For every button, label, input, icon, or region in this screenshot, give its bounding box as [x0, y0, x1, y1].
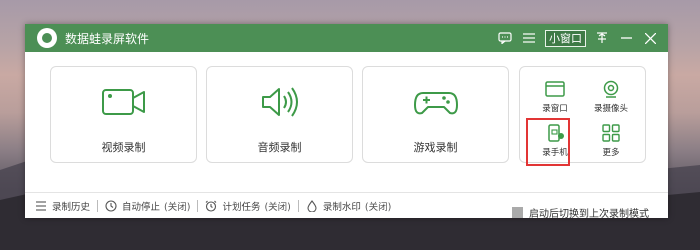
history-label: 录制历史	[52, 201, 91, 213]
menu-icon[interactable]	[517, 24, 541, 52]
divider	[97, 199, 99, 212]
app-title: 数据蛙录屏软件	[65, 31, 150, 46]
chat-icon[interactable]	[493, 24, 517, 52]
app-window: 数据蛙录屏软件 小窗口 视频录制 音频录制 游戏录制 录窗口 录摄像头 录手机 …	[25, 24, 668, 220]
list-icon	[36, 200, 46, 211]
mini-window-button[interactable]: 小窗口	[545, 29, 586, 47]
close-icon[interactable]	[638, 24, 662, 52]
mode-label: 视频录制	[101, 141, 146, 154]
auto-stop-status: (关闭)	[164, 201, 191, 213]
title-bar[interactable]: 数据蛙录屏软件 小窗口	[25, 24, 668, 52]
webcam-icon	[603, 80, 619, 98]
mode-label: 游戏录制	[413, 141, 458, 154]
alarm-clock-icon	[206, 200, 217, 212]
divider	[197, 199, 199, 212]
mini-mode-label: 更多	[602, 148, 620, 158]
grid-icon	[602, 124, 620, 142]
title-controls: 小窗口	[493, 24, 662, 52]
game-record-card[interactable]: 游戏录制	[362, 66, 509, 163]
water-drop-icon	[307, 199, 317, 212]
highlight-box	[526, 118, 570, 166]
divider	[297, 199, 299, 212]
record-history-button[interactable]: 录制历史	[35, 199, 90, 213]
window-icon	[545, 81, 565, 97]
pin-icon[interactable]	[590, 24, 614, 52]
watermark-label: 录制水印	[322, 201, 361, 213]
schedule-task-button[interactable]: 计划任务 (关闭)	[205, 199, 291, 213]
main-content: 视频录制 音频录制 游戏录制 录窗口 录摄像头 录手机 更多 启动后切换到上次录…	[25, 52, 668, 220]
window-record-item[interactable]: 录窗口	[530, 75, 580, 115]
schedule-status: (关闭)	[264, 201, 291, 213]
speaker-icon	[261, 87, 298, 117]
clock-icon	[105, 199, 117, 212]
watermark-button[interactable]: 录制水印 (关闭)	[306, 199, 391, 213]
video-record-card[interactable]: 视频录制	[50, 66, 197, 163]
mini-mode-label: 录摄像头	[593, 104, 628, 114]
minimize-icon[interactable]	[614, 24, 638, 52]
mode-label: 音频录制	[257, 141, 302, 154]
app-logo-icon	[37, 28, 57, 48]
audio-record-card[interactable]: 音频录制	[206, 66, 353, 163]
gamepad-icon	[413, 92, 458, 115]
webcam-record-item[interactable]: 录摄像头	[586, 75, 636, 115]
video-camera-icon	[101, 89, 145, 115]
schedule-label: 计划任务	[222, 201, 261, 213]
auto-stop-label: 自动停止	[122, 201, 161, 213]
auto-stop-button[interactable]: 自动停止 (关闭)	[105, 199, 190, 213]
footer-bar: 录制历史 自动停止 (关闭) 计划任务 (关闭) 录制水印 (关闭)	[25, 192, 668, 218]
watermark-status: (关闭)	[364, 201, 392, 213]
more-item[interactable]: 更多	[586, 119, 636, 159]
